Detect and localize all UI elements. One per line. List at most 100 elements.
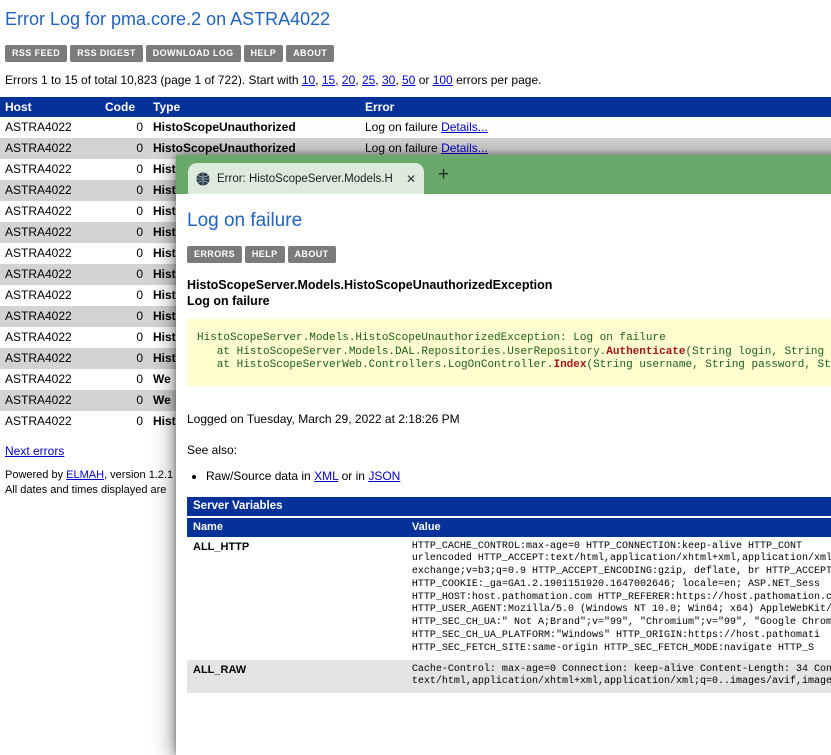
button-help[interactable]: HELP	[244, 45, 284, 62]
sv-value: HTTP_CACHE_CONTROL:max-age=0 HTTP_CONNEC…	[406, 537, 831, 660]
stack-text: at HistoScopeServerWeb.Controllers.LogOn…	[197, 359, 553, 371]
link-100[interactable]: 100	[433, 73, 453, 87]
code-cell: 0	[100, 117, 148, 138]
exception-block: HistoScopeServer.Models.HistoScopeUnauth…	[187, 277, 831, 309]
link-10[interactable]: 10	[302, 73, 315, 87]
host-cell: ASTRA4022	[0, 117, 100, 138]
stack-text: (String login, String	[686, 346, 831, 358]
host-cell: ASTRA4022	[0, 264, 100, 285]
browser-tab[interactable]: Error: HistoScopeServer.Models.H ✕	[188, 163, 424, 194]
exception-type: HistoScopeServer.Models.HistoScopeUnauth…	[187, 277, 831, 293]
link-25[interactable]: 25	[362, 73, 375, 87]
browser-tab-bar: Error: HistoScopeServer.Models.H ✕ +	[176, 155, 831, 194]
code-cell: 0	[100, 201, 148, 222]
code-cell: 0	[100, 159, 148, 180]
type-column-header: Type	[148, 97, 360, 117]
sv-value-header: Value	[406, 518, 831, 537]
details-link[interactable]: Details...	[441, 141, 488, 155]
button-rss-digest[interactable]: RSS DIGEST	[70, 45, 143, 62]
host-cell: ASTRA4022	[0, 285, 100, 306]
error-message: Log on failure	[365, 120, 441, 134]
server-variable-row: ALL_RAW Cache-Control: max-age=0 Connect…	[187, 660, 831, 694]
link-20[interactable]: 20	[342, 73, 355, 87]
code-cell: 0	[100, 411, 148, 432]
see-also-label: See also:	[187, 443, 831, 457]
host-cell: ASTRA4022	[0, 222, 100, 243]
code-cell: 0	[100, 138, 148, 159]
code-cell: 0	[100, 306, 148, 327]
server-variables-header-row: Name Value	[187, 518, 831, 537]
button-about[interactable]: ABOUT	[286, 45, 334, 62]
text-part: ,	[315, 73, 322, 87]
code-cell: 0	[100, 390, 148, 411]
button-rss-feed[interactable]: RSS FEED	[5, 45, 67, 62]
link-elmah[interactable]: ELMAH	[66, 469, 104, 481]
sv-name: ALL_HTTP	[187, 537, 406, 660]
host-cell: ASTRA4022	[0, 348, 100, 369]
link-xml[interactable]: XML	[314, 469, 338, 483]
error-column-header: Error	[360, 97, 831, 117]
host-cell: ASTRA4022	[0, 390, 100, 411]
host-cell: ASTRA4022	[0, 180, 100, 201]
stack-line: HistoScopeServer.Models.HistoScopeUnauth…	[197, 332, 831, 346]
stack-text: at HistoScopeServer.Models.DAL.Repositor…	[197, 346, 606, 358]
link-json[interactable]: JSON	[368, 469, 400, 483]
code-cell: 0	[100, 222, 148, 243]
host-cell: ASTRA4022	[0, 201, 100, 222]
link-15[interactable]: 15	[322, 73, 335, 87]
tab-close-icon[interactable]: ✕	[406, 172, 416, 186]
tab-title: Error: HistoScopeServer.Models.H	[217, 173, 400, 185]
button-about[interactable]: ABOUT	[288, 246, 336, 263]
table-header-row: Host Code Type Error	[0, 97, 831, 117]
stack-text: (String username, String password, St	[586, 359, 830, 371]
button-download-log[interactable]: DOWNLOAD LOG	[146, 45, 241, 62]
code-cell: 0	[100, 243, 148, 264]
pagination-summary: Errors 1 to 15 of total 10,823 (page 1 o…	[5, 73, 831, 87]
stack-method-name: Index	[553, 359, 586, 371]
host-cell: ASTRA4022	[0, 369, 100, 390]
text-part: ,	[395, 73, 402, 87]
error-cell: Log on failure Details...	[360, 117, 831, 138]
detail-toolbar: ERRORSHELPABOUT	[187, 244, 831, 263]
error-detail-window: Error: HistoScopeServer.Models.H ✕ + Log…	[176, 155, 831, 755]
next-errors-link[interactable]: Next errors	[5, 444, 64, 458]
stack-line: at HistoScopeServer.Models.DAL.Repositor…	[197, 346, 831, 360]
host-cell: ASTRA4022	[0, 411, 100, 432]
page-title: Error Log for pma.core.2 on ASTRA4022	[0, 0, 831, 30]
host-cell: ASTRA4022	[0, 159, 100, 180]
code-cell: 0	[100, 264, 148, 285]
text-part: Errors 1 to 15 of total 10,823 (page 1 o…	[5, 73, 302, 87]
stack-line: at HistoScopeServerWeb.Controllers.LogOn…	[197, 359, 831, 373]
stack-trace: HistoScopeServer.Models.HistoScopeUnauth…	[187, 319, 831, 386]
text-part: or in	[338, 469, 368, 483]
sv-name-header: Name	[187, 518, 406, 537]
new-tab-button[interactable]: +	[438, 165, 449, 184]
host-cell: ASTRA4022	[0, 327, 100, 348]
text-part: ,	[355, 73, 362, 87]
globe-icon	[196, 172, 210, 186]
code-cell: 0	[100, 285, 148, 306]
text-part: ,	[335, 73, 342, 87]
type-cell: HistoScopeUnauthorized	[148, 117, 360, 138]
text-part: ,	[375, 73, 382, 87]
code-cell: 0	[100, 327, 148, 348]
host-cell: ASTRA4022	[0, 138, 100, 159]
logged-on-text: Logged on Tuesday, March 29, 2022 at 2:1…	[187, 412, 831, 426]
code-column-header: Code	[100, 97, 148, 117]
host-column-header: Host	[0, 97, 100, 117]
exception-message: Log on failure	[187, 293, 831, 309]
text-part: Raw/Source data in	[206, 469, 314, 483]
link-30[interactable]: 30	[382, 73, 395, 87]
error-detail-content: Log on failure ERRORSHELPABOUT HistoScop…	[176, 194, 831, 693]
error-detail-title: Log on failure	[186, 194, 831, 232]
text-part: or	[415, 73, 432, 87]
text-part: Powered by	[5, 469, 66, 481]
stack-text: HistoScopeServer.Models.HistoScopeUnauth…	[197, 332, 666, 344]
stack-method-name: Authenticate	[606, 346, 685, 358]
text-part: , version 1.2.1	[104, 469, 173, 481]
server-variables-section: Server Variables Name Value ALL_HTTP HTT…	[187, 497, 831, 694]
link-50[interactable]: 50	[402, 73, 415, 87]
button-errors[interactable]: ERRORS	[187, 246, 242, 263]
details-link[interactable]: Details...	[441, 120, 488, 134]
button-help[interactable]: HELP	[245, 246, 285, 263]
